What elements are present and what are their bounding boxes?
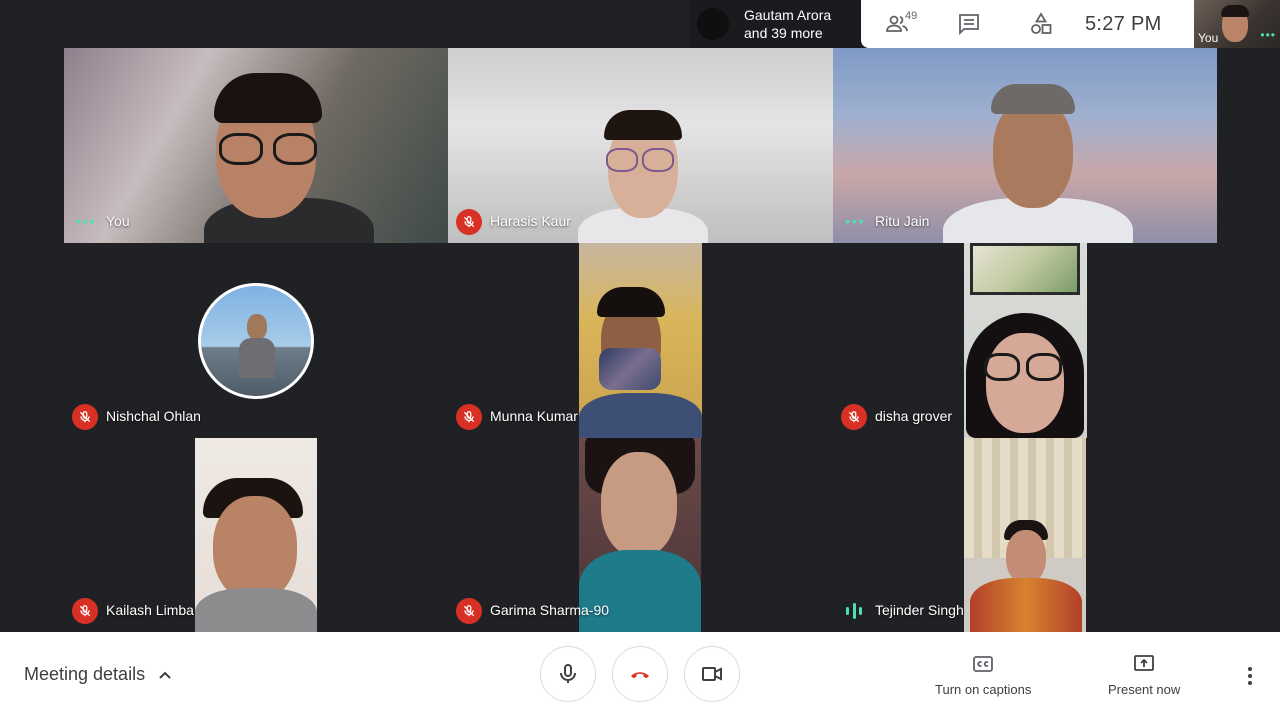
participant-name: Munna Kumar [490,408,578,424]
participant-name: Kailash Limba [106,602,194,618]
present-screen-icon [1134,655,1155,671]
participants-button[interactable]: 49 [861,0,933,48]
speaking-indicator: ••• [76,213,97,229]
camera-button[interactable] [684,646,740,702]
person-hair [604,110,682,140]
video-feed [579,243,702,438]
speaker-more: and 39 more [744,25,823,41]
participant-tile[interactable]: Munna Kumar [448,243,833,438]
participant-tile[interactable]: ••• Ritu Jain [833,48,1217,243]
participant-name: Tejinder Singh [875,602,964,618]
avatar-person [247,314,267,340]
speaker-avatar [697,8,729,40]
self-hair [1221,5,1249,17]
chat-icon [959,14,979,36]
audio-level-indicator [846,602,862,620]
mic-off-icon [463,411,475,423]
person-face [986,333,1064,433]
muted-indicator [72,598,98,624]
end-call-button[interactable] [612,646,668,702]
closed-captions-icon [973,656,994,672]
mic-off-icon [463,605,475,617]
participant-name: Harasis Kaur [490,213,571,229]
video-feed [964,243,1087,438]
person-face [213,496,297,601]
mic-off-icon [463,216,475,228]
bottom-control-bar: Meeting details Turn on captions Present… [0,632,1280,720]
dot [1248,674,1252,678]
avatar [198,283,314,399]
participant-tile[interactable]: disha grover [833,243,1217,438]
activities-button[interactable] [1005,0,1077,48]
person-body [970,578,1082,632]
speaking-indicator: ••• [845,213,866,229]
speaker-name: Gautam Arora [744,7,832,23]
glasses [642,148,674,172]
wall-painting [970,243,1080,295]
person-body [195,588,317,632]
glasses [984,353,1020,381]
mic-off-icon [79,605,91,617]
chevron-up-icon [159,671,171,679]
person-body [579,393,702,438]
glasses [1026,353,1062,381]
muted-indicator [72,404,98,430]
mic-off-icon [848,411,860,423]
face-mask [599,348,661,390]
muted-indicator [456,209,482,235]
participant-name: Ritu Jain [875,213,930,229]
glasses [273,133,317,165]
active-speaker-chip[interactable]: Gautam Arora and 39 more [689,0,861,48]
more-options-button[interactable] [1238,664,1262,688]
captions-button[interactable]: Turn on captions [935,652,1031,697]
person-face [601,452,677,557]
video-feed [964,438,1086,632]
more-options-dots[interactable]: ••• [1260,28,1276,42]
video-camera-icon [702,667,722,681]
dot [1248,667,1252,671]
speaker-text: Gautam Arora and 39 more [744,6,831,42]
participant-name: disha grover [875,408,953,424]
hang-up-icon [631,672,649,679]
person-face [1006,530,1046,584]
self-label: You [1198,31,1219,45]
video-feed [195,438,317,632]
captions-label: Turn on captions [935,682,1032,697]
participant-tile[interactable]: Kailash Limba [64,438,448,632]
participant-tile[interactable]: Tejinder Singh [833,438,1217,632]
dot [1248,681,1252,685]
video-stage: Gautam Arora and 39 more 49 5:27 PM You … [0,0,1280,632]
meeting-details-label: Meeting details [24,664,146,684]
shapes-icon [1031,12,1052,34]
present-now-button[interactable]: Present now [1108,652,1180,697]
person-hair [214,73,322,123]
meeting-details-button[interactable]: Meeting details [24,664,173,685]
clock-time: 5:27 PM [1085,12,1162,35]
participant-tile[interactable]: ••• You [64,48,448,243]
glasses [606,148,638,172]
mic-off-icon [79,411,91,423]
glasses [219,133,263,165]
self-view-thumbnail[interactable]: You ••• [1194,0,1280,48]
person-hair [597,287,665,317]
muted-indicator [841,404,867,430]
participant-tile[interactable]: Harasis Kaur [448,48,833,243]
muted-indicator [456,598,482,624]
participant-tile[interactable]: Garima Sharma-90 [448,438,833,632]
microphone-button[interactable] [540,646,596,702]
muted-indicator [456,404,482,430]
person-hair [991,84,1075,114]
participant-name: You [106,213,130,229]
chat-button[interactable] [933,0,1005,48]
present-label: Present now [1108,682,1181,697]
participant-tile[interactable]: Nishchal Ohlan [64,243,448,438]
avatar-shirt [239,338,275,378]
person-body [579,550,701,632]
mic-icon [560,664,576,683]
participant-name: Nishchal Ohlan [106,408,201,424]
participants-count: 49 [905,10,918,22]
person-face [993,98,1073,208]
participant-name: Garima Sharma-90 [490,602,610,618]
top-toolbar: 49 5:27 PM [861,0,1194,48]
